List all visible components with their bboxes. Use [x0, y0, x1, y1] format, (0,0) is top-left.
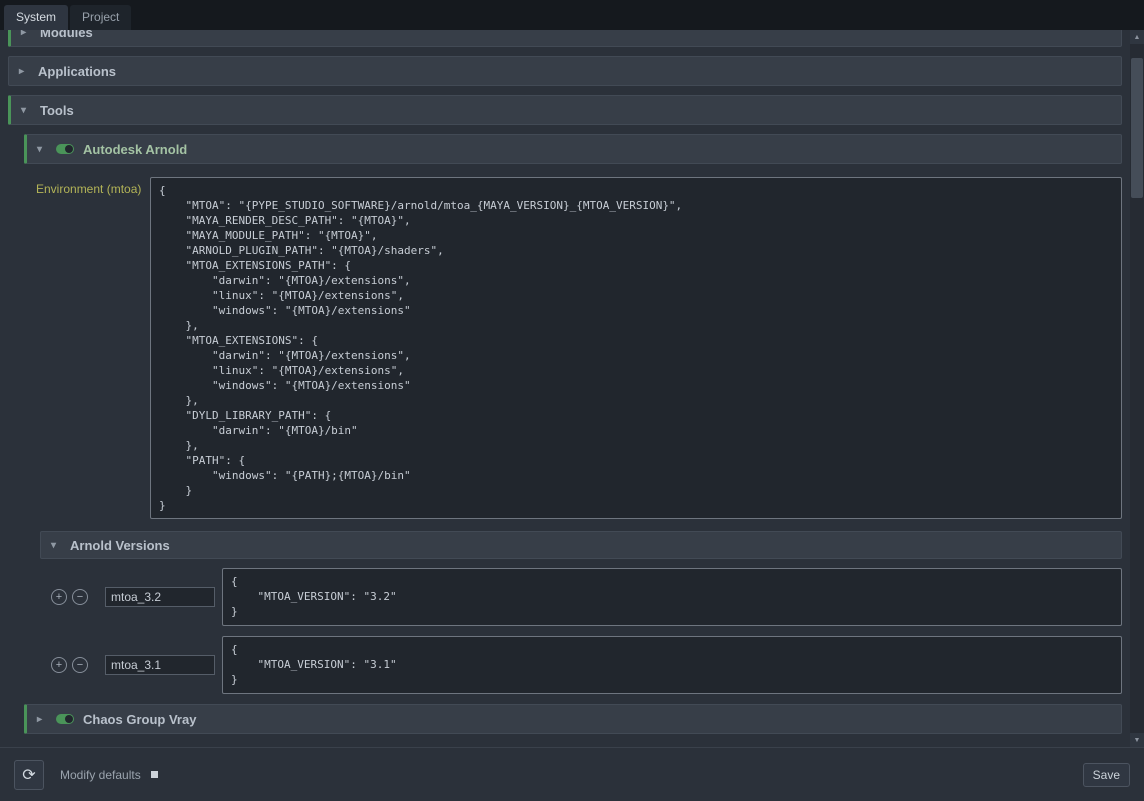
- scrollbar-thumb[interactable]: [1131, 58, 1143, 198]
- environment-editor[interactable]: { "MTOA": "{PYPE_STUDIO_SOFTWARE}/arnold…: [150, 177, 1122, 519]
- remove-version-button[interactable]: −: [72, 589, 88, 605]
- group-autodesk-arnold: ▾ Autodesk Arnold Environment (mtoa) { "…: [24, 134, 1122, 694]
- toggle-knob: [65, 715, 73, 723]
- scrollbar-track[interactable]: [1130, 44, 1144, 733]
- scroll-down-button[interactable]: ▼: [1130, 733, 1144, 747]
- section-tools-header[interactable]: ▾ Tools: [8, 95, 1122, 125]
- environment-label: Environment (mtoa): [36, 177, 150, 196]
- add-version-button[interactable]: +: [51, 657, 67, 673]
- collapse-arrow-icon: ▸: [19, 66, 29, 77]
- group-vray-header[interactable]: ▸ Chaos Group Vray: [24, 704, 1122, 734]
- section-tools-title: Tools: [40, 103, 74, 118]
- arnold-version-row: + − { "MTOA_VERSION": "3.1" }: [36, 636, 1122, 694]
- arnold-version-row: + − { "MTOA_VERSION": "3.2" }: [36, 568, 1122, 626]
- collapse-arrow-icon: ▸: [21, 30, 31, 38]
- environment-row: Environment (mtoa) { "MTOA": "{PYPE_STUD…: [36, 177, 1122, 519]
- tab-bar: System Project: [0, 0, 1144, 30]
- toggle-knob: [65, 145, 73, 153]
- expand-arrow-icon: ▾: [21, 105, 31, 116]
- vray-enabled-toggle[interactable]: [56, 714, 74, 724]
- arnold-versions-header[interactable]: ▾ Arnold Versions: [40, 531, 1122, 559]
- section-applications-title: Applications: [38, 64, 116, 79]
- vertical-scrollbar[interactable]: ▲ ▼: [1130, 30, 1144, 747]
- version-key-input[interactable]: [105, 587, 215, 607]
- modify-defaults-label: Modify defaults: [60, 768, 141, 782]
- modify-defaults-checkbox[interactable]: [151, 771, 158, 778]
- version-value-editor[interactable]: { "MTOA_VERSION": "3.1" }: [222, 636, 1122, 694]
- group-arnold-title: Autodesk Arnold: [83, 142, 187, 157]
- scroll-down-icon: ▼: [1134, 737, 1141, 744]
- footer-bar: ⟳ Modify defaults Save: [0, 747, 1144, 801]
- tab-system[interactable]: System: [4, 5, 68, 30]
- arnold-versions-body: + − { "MTOA_VERSION": "3.2" } + − { "MTO…: [36, 568, 1122, 694]
- group-arnold-header[interactable]: ▾ Autodesk Arnold: [24, 134, 1122, 164]
- main-area: ▸ Modules ▸ Applications ▾ Tools ▾ Autod…: [0, 30, 1144, 747]
- scroll-up-icon: ▲: [1134, 34, 1141, 41]
- arnold-versions-title: Arnold Versions: [70, 538, 170, 553]
- add-version-button[interactable]: +: [51, 589, 67, 605]
- collapse-arrow-icon: ▸: [37, 714, 47, 725]
- group-chaos-vray: ▸ Chaos Group Vray: [24, 704, 1122, 734]
- group-vray-title: Chaos Group Vray: [83, 712, 196, 727]
- version-value-editor[interactable]: { "MTOA_VERSION": "3.2" }: [222, 568, 1122, 626]
- section-modules-header[interactable]: ▸ Modules: [8, 30, 1122, 47]
- tab-project[interactable]: Project: [70, 5, 131, 30]
- settings-scroll-area: ▸ Modules ▸ Applications ▾ Tools ▾ Autod…: [0, 30, 1130, 747]
- group-arnold-body: Environment (mtoa) { "MTOA": "{PYPE_STUD…: [24, 173, 1122, 694]
- arnold-enabled-toggle[interactable]: [56, 144, 74, 154]
- expand-arrow-icon: ▾: [51, 540, 61, 551]
- save-button[interactable]: Save: [1083, 763, 1130, 787]
- expand-arrow-icon: ▾: [37, 144, 47, 155]
- scroll-up-button[interactable]: ▲: [1130, 30, 1144, 44]
- remove-version-button[interactable]: −: [72, 657, 88, 673]
- refresh-button[interactable]: ⟳: [14, 760, 44, 790]
- section-applications-header[interactable]: ▸ Applications: [8, 56, 1122, 86]
- refresh-icon: ⟳: [22, 765, 35, 785]
- section-modules-title: Modules: [40, 30, 93, 40]
- version-key-input[interactable]: [105, 655, 215, 675]
